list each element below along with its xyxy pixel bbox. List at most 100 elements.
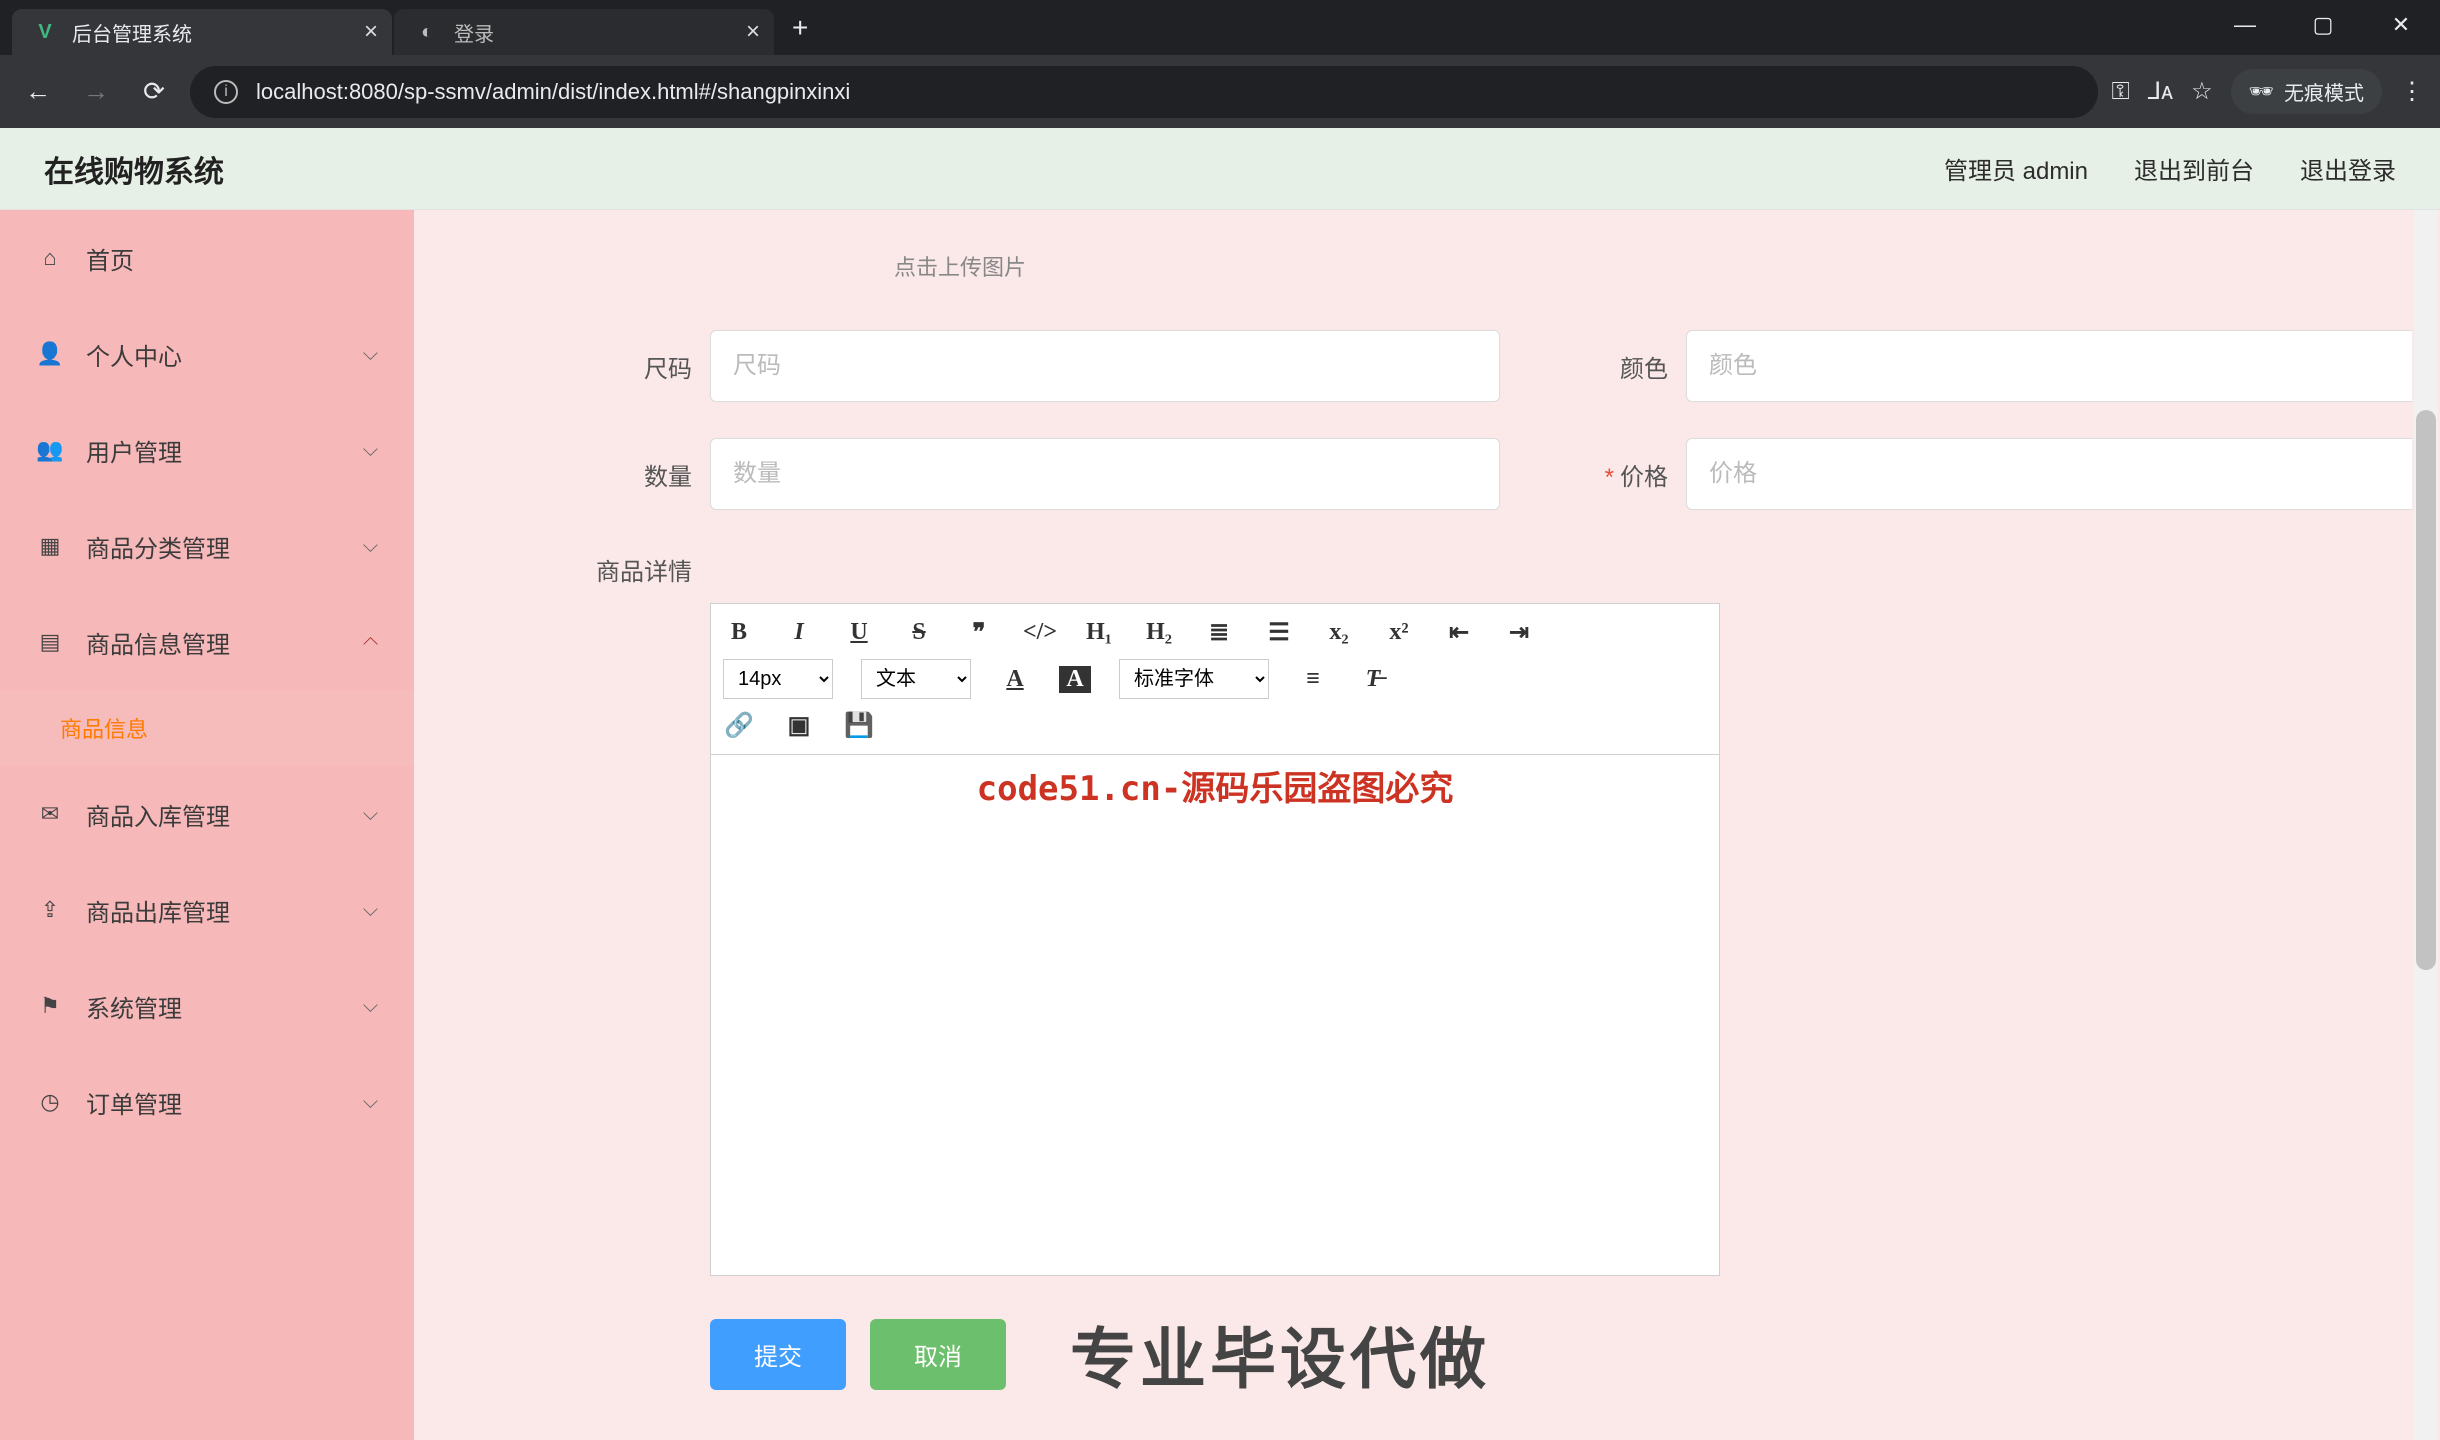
sidebar-item[interactable]: ▤ 商品信息管理 ⌵ bbox=[0, 594, 414, 690]
sidebar-item[interactable]: 👤 个人中心 ⌵ bbox=[0, 306, 414, 402]
maximize-icon[interactable]: ▢ bbox=[2284, 0, 2362, 50]
h2-icon[interactable]: H₂ bbox=[1143, 619, 1175, 646]
close-icon[interactable]: × bbox=[364, 18, 378, 46]
incognito-badge[interactable]: 🕶 无痕模式 bbox=[2231, 69, 2382, 114]
sidebar-item[interactable]: ✉商品入库管理⌵ bbox=[0, 766, 414, 862]
sidebar-item[interactable]: ⚑系统管理⌵ bbox=[0, 958, 414, 1054]
back-icon[interactable]: ← bbox=[16, 70, 60, 114]
close-icon[interactable]: × bbox=[746, 18, 760, 46]
chevron-down-icon: ⌵ bbox=[363, 995, 378, 1018]
italic-icon[interactable]: I bbox=[783, 619, 815, 646]
editor-content[interactable]: code51.cn-源码乐园盗图必究 bbox=[711, 755, 1719, 1275]
ol-icon[interactable]: ≣ bbox=[1203, 618, 1235, 647]
clear-format-icon[interactable]: T̶ bbox=[1357, 666, 1389, 693]
sidebar-item-icon: 👤 bbox=[34, 338, 66, 370]
strike-icon[interactable]: S bbox=[903, 619, 935, 646]
header-right: 管理员 admin 退出到前台 退出登录 bbox=[1944, 151, 2396, 186]
vertical-scrollbar[interactable] bbox=[2414, 210, 2438, 1440]
app-root: code51.cncode51.cncode51.cncode51.cncode… bbox=[0, 128, 2440, 1440]
sidebar-item-label: 用户管理 bbox=[86, 433, 182, 468]
color-input[interactable] bbox=[1686, 330, 2412, 402]
tab-bar: V 后台管理系统 × ◐ 登录 × + ― ▢ ✕ bbox=[0, 0, 2440, 55]
sidebar-item-icon: ✉ bbox=[34, 798, 66, 830]
sidebar-item-label: 商品信息管理 bbox=[86, 625, 230, 660]
browser-tab[interactable]: ◐ 登录 × bbox=[394, 9, 774, 55]
chevron-down-icon: ⌵ bbox=[363, 899, 378, 922]
sidebar-item[interactable]: 👥用户管理⌵ bbox=[0, 402, 414, 498]
sidebar-item-icon: ⌂ bbox=[34, 242, 66, 274]
menu-icon[interactable]: ⋮ bbox=[2400, 77, 2424, 106]
minimize-icon[interactable]: ― bbox=[2206, 0, 2284, 50]
submit-button[interactable]: 提交 bbox=[710, 1319, 846, 1390]
scrollbar-thumb[interactable] bbox=[2416, 410, 2436, 970]
browser-right-icons: ⚿ ⅃ᴀ ☆ 🕶 无痕模式 ⋮ bbox=[2112, 69, 2424, 114]
favicon-icon: V bbox=[32, 19, 58, 45]
qty-input[interactable] bbox=[710, 438, 1500, 510]
sidebar-item[interactable]: ▦ 商品分类管理 ⌵ bbox=[0, 498, 414, 594]
size-input[interactable] bbox=[710, 330, 1500, 402]
font-family-select[interactable]: 标准字体 bbox=[1119, 659, 1269, 699]
sidebar-item-icon: ▦ bbox=[34, 530, 66, 562]
link-icon[interactable]: 🔗 bbox=[723, 711, 755, 740]
chevron-down-icon: ⌵ bbox=[363, 343, 378, 366]
sidebar-item-label: 商品分类管理 bbox=[86, 529, 230, 564]
font-size-select[interactable]: 14px bbox=[723, 659, 833, 699]
save-icon[interactable]: 💾 bbox=[843, 711, 875, 740]
sidebar-item-label: 个人中心 bbox=[86, 337, 182, 372]
form-row: 尺码 颜色 bbox=[594, 330, 2332, 402]
url-text: localhost:8080/sp-ssmv/admin/dist/index.… bbox=[256, 79, 850, 105]
code-icon[interactable]: </> bbox=[1023, 619, 1055, 646]
bg-color-icon[interactable]: A bbox=[1059, 666, 1091, 693]
text-style-select[interactable]: 文本 bbox=[861, 659, 971, 699]
header-to-front[interactable]: 退出到前台 bbox=[2134, 151, 2254, 186]
sub-icon[interactable]: x₂ bbox=[1323, 619, 1355, 646]
ul-icon[interactable]: ☰ bbox=[1263, 618, 1295, 647]
sidebar-item-icon: ◷ bbox=[34, 1086, 66, 1118]
sidebar-item-label: 商品入库管理 bbox=[86, 797, 230, 832]
sidebar-item-icon: ▤ bbox=[34, 626, 66, 658]
site-info-icon[interactable]: i bbox=[214, 80, 238, 104]
address-bar: ← → ⟳ i localhost:8080/sp-ssmv/admin/dis… bbox=[0, 55, 2440, 128]
browser-tab-active[interactable]: V 后台管理系统 × bbox=[12, 9, 392, 55]
align-icon[interactable]: ≡ bbox=[1297, 666, 1329, 693]
header-logout[interactable]: 退出登录 bbox=[2300, 151, 2396, 186]
indent-icon[interactable]: ⇥ bbox=[1503, 618, 1535, 647]
key-icon[interactable]: ⚿ bbox=[2112, 78, 2130, 106]
h1-icon[interactable]: H₁ bbox=[1083, 619, 1115, 646]
editor-toolbar: B I U S ❞ </> H₁ H₂ ≣ ☰ x₂ x² ⇤ ⇥ bbox=[711, 604, 1719, 755]
sup-icon[interactable]: x² bbox=[1383, 619, 1415, 646]
image-icon[interactable]: ▣ bbox=[783, 711, 815, 740]
outdent-icon[interactable]: ⇤ bbox=[1443, 618, 1475, 647]
forward-icon[interactable]: → bbox=[74, 70, 118, 114]
header-user[interactable]: 管理员 admin bbox=[1944, 151, 2088, 186]
footer-promo-text: 专业毕设代做 bbox=[1070, 1306, 1490, 1402]
incognito-label: 无痕模式 bbox=[2284, 77, 2364, 106]
price-input[interactable] bbox=[1686, 438, 2412, 510]
sidebar-item-label: 订单管理 bbox=[86, 1085, 182, 1120]
form-row: 数量 *价格 bbox=[594, 438, 2332, 510]
qty-label: 数量 bbox=[594, 457, 710, 492]
sidebar-item[interactable]: ⇪商品出库管理⌵ bbox=[0, 862, 414, 958]
quote-icon[interactable]: ❞ bbox=[963, 618, 995, 647]
url-input[interactable]: i localhost:8080/sp-ssmv/admin/dist/inde… bbox=[190, 66, 2098, 118]
sidebar-subitem[interactable]: 商品信息 bbox=[0, 690, 414, 766]
sidebar-item[interactable]: ◷订单管理⌵ bbox=[0, 1054, 414, 1150]
reload-icon[interactable]: ⟳ bbox=[132, 70, 176, 114]
cancel-button[interactable]: 取消 bbox=[870, 1319, 1006, 1390]
close-window-icon[interactable]: ✕ bbox=[2362, 0, 2440, 50]
star-icon[interactable]: ☆ bbox=[2191, 77, 2213, 106]
chevron-down-icon: ⌵ bbox=[363, 535, 378, 558]
sidebar-item-icon: ⇪ bbox=[34, 894, 66, 926]
app-header: 在线购物系统 管理员 admin 退出到前台 退出登录 bbox=[0, 128, 2440, 210]
price-label: *价格 bbox=[1570, 457, 1686, 492]
sidebar-item-label: 系统管理 bbox=[86, 989, 182, 1024]
underline-icon[interactable]: U bbox=[843, 619, 875, 646]
bold-icon[interactable]: B bbox=[723, 619, 755, 646]
text-color-icon[interactable]: A bbox=[999, 666, 1031, 693]
sidebar-item[interactable]: ⌂首页 bbox=[0, 210, 414, 306]
new-tab-button[interactable]: + bbox=[776, 6, 824, 50]
chevron-down-icon: ⌵ bbox=[363, 631, 378, 654]
upload-hint[interactable]: 点击上传图片 bbox=[894, 250, 2332, 282]
qty-field: 数量 bbox=[594, 438, 1500, 510]
translate-icon[interactable]: ⅃ᴀ bbox=[2148, 77, 2173, 106]
